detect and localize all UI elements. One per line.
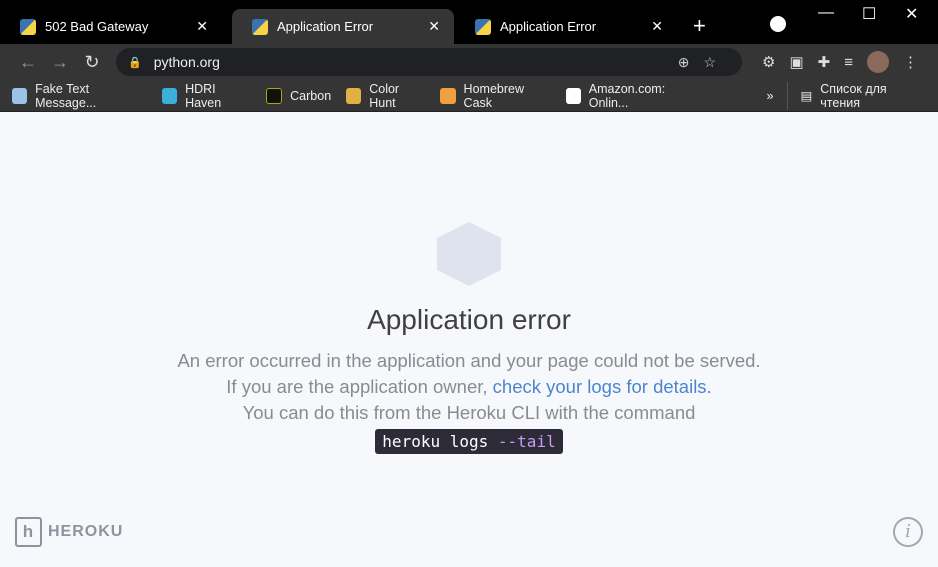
python-favicon-icon (252, 18, 268, 35)
tab-search-icon[interactable] (770, 16, 786, 32)
extension-gear-icon[interactable]: ⚙ (762, 53, 775, 71)
page-content: Application error An error occurred in t… (0, 112, 938, 567)
bookmark-label: Amazon.com: Onlin... (588, 81, 666, 110)
forward-button[interactable]: → (44, 52, 76, 73)
close-tab-icon[interactable]: ✕ (196, 18, 208, 35)
tab-title: 502 Bad Gateway (45, 19, 149, 34)
info-icon[interactable]: i (893, 517, 923, 547)
maximize-button[interactable]: ☐ (862, 4, 876, 24)
avatar[interactable] (866, 51, 889, 73)
extension-icon[interactable]: ▣ (789, 53, 803, 71)
minimize-button[interactable]: — (818, 4, 834, 22)
reading-list-label: Список для чтения (820, 81, 887, 110)
bookmark-label: Homebrew Cask (463, 81, 524, 110)
star-icon[interactable]: ☆ (703, 54, 730, 70)
close-tab-icon[interactable]: ✕ (651, 18, 663, 35)
bookmark[interactable]: Amazon.com: Onlin... (565, 81, 702, 110)
bookmark[interactable]: Homebrew Cask (440, 82, 550, 110)
bookmark[interactable]: Carbon (266, 87, 332, 104)
address-bar[interactable]: 🔒 python.org ⊕☆ (116, 48, 742, 76)
tab-502[interactable]: 502 Bad Gateway ✕ (0, 9, 222, 44)
tab-application-error[interactable]: Application Error ✕ (455, 9, 677, 44)
python-favicon-icon (475, 18, 491, 35)
media-control-icon[interactable]: ≡ (844, 54, 853, 71)
close-tab-icon[interactable]: ✕ (428, 18, 440, 35)
bookmark-icon (162, 87, 178, 104)
bookmarks-bar: Fake Text Message... HDRI Haven Carbon C… (0, 80, 938, 112)
reading-list[interactable]: ▤ Список для чтения (787, 81, 923, 110)
command-snippet: heroku logs --tail (375, 429, 563, 454)
bookmark[interactable]: Fake Text Message... (12, 82, 147, 110)
tab-strip: 502 Bad Gateway ✕ Application Error ✕ Appl… (0, 0, 938, 44)
tab-title: Application Error (500, 19, 597, 34)
bookmark-icon (440, 87, 456, 104)
puzzle-icon[interactable]: ✚ (818, 53, 831, 71)
logs-link[interactable]: check your logs for details. (493, 376, 712, 397)
bookmark-icon (346, 87, 362, 104)
reload-button[interactable]: ↻ (76, 52, 108, 73)
new-tab-button[interactable]: + (693, 13, 706, 39)
tab-application-error-active[interactable]: Application Error ✕ (232, 9, 454, 44)
bookmark-label: Color Hunt (369, 81, 400, 110)
menu-icon[interactable]: ⋮ (903, 53, 918, 71)
message-cli-text: You can do this from the Heroku CLI with… (242, 402, 696, 423)
back-button[interactable]: ← (12, 52, 44, 73)
command-text: heroku logs (382, 432, 489, 451)
bookmark-label: Fake Text Message... (35, 81, 97, 110)
bookmark-label: HDRI Haven (185, 81, 222, 110)
page-title: Application error (367, 304, 571, 335)
python-favicon-icon (20, 18, 36, 35)
close-window-button[interactable]: ✕ (905, 4, 918, 24)
more-bookmarks-icon[interactable]: » (767, 89, 774, 103)
bookmark-icon (266, 87, 283, 104)
info-glyph: i (905, 521, 911, 542)
bookmark-icon (12, 87, 28, 104)
error-message: An error occurred in the application and… (170, 348, 768, 454)
bookmark[interactable]: HDRI Haven (162, 82, 251, 110)
tab-title: Application Error (277, 19, 374, 34)
amazon-icon (565, 87, 581, 104)
url-text: python.org (153, 54, 220, 70)
heroku-wordmark: HEROKU (48, 523, 124, 540)
bookmark-label: Carbon (290, 88, 332, 103)
command-flag: --tail (497, 432, 556, 451)
reading-list-icon: ▤ (800, 89, 813, 103)
zoom-icon[interactable]: ⊕ (678, 54, 704, 70)
lock-icon: 🔒 (128, 56, 142, 69)
heroku-logo[interactable]: h HEROKU (15, 517, 123, 547)
toolbar: ← → ↻ 🔒 python.org ⊕☆ ⚙ ▣ ✚ ≡ ⋮ (0, 44, 938, 80)
hexagon-icon (437, 222, 501, 286)
heroku-logo-icon: h (15, 517, 42, 547)
bookmark[interactable]: Color Hunt (346, 82, 425, 110)
